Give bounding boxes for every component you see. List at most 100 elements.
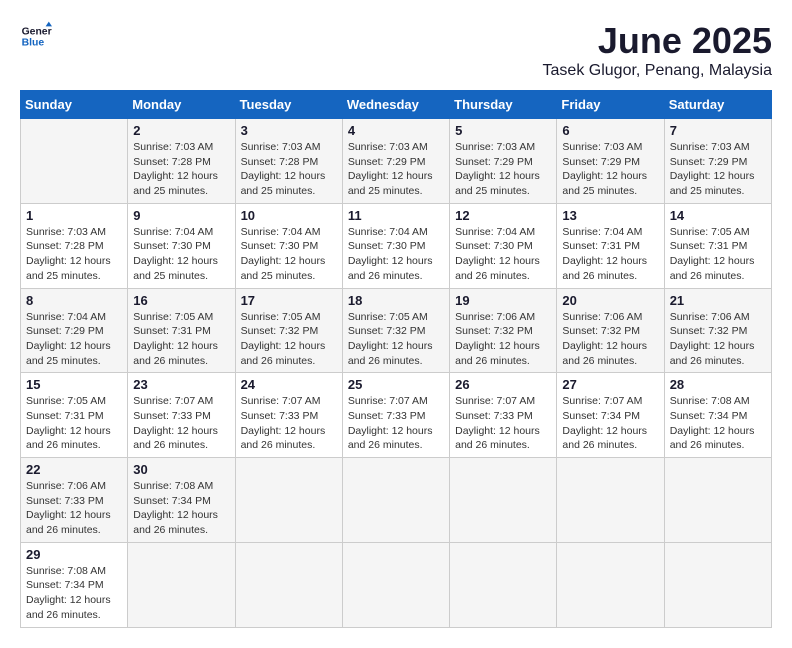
calendar-header-row: SundayMondayTuesdayWednesdayThursdayFrid…	[21, 91, 772, 119]
day-number: 15	[26, 377, 122, 392]
calendar-day-cell: 20 Sunrise: 7:06 AM Sunset: 7:32 PM Dayli…	[557, 288, 664, 373]
calendar-day-cell	[342, 542, 449, 627]
calendar-day-cell: 12 Sunrise: 7:04 AM Sunset: 7:30 PM Dayli…	[450, 203, 557, 288]
day-detail: Sunrise: 7:07 AM Sunset: 7:33 PM Dayligh…	[348, 394, 444, 453]
calendar-day-cell	[664, 458, 771, 543]
calendar-day-cell: 30 Sunrise: 7:08 AM Sunset: 7:34 PM Dayli…	[128, 458, 235, 543]
calendar-header-cell: Wednesday	[342, 91, 449, 119]
day-detail: Sunrise: 7:04 AM Sunset: 7:31 PM Dayligh…	[562, 225, 658, 284]
day-detail: Sunrise: 7:03 AM Sunset: 7:28 PM Dayligh…	[133, 140, 229, 199]
calendar-day-cell: 8Sunrise: 7:04 AM Sunset: 7:29 PM Daylig…	[21, 288, 128, 373]
day-number: 9	[133, 208, 229, 223]
calendar-week-row: 8Sunrise: 7:04 AM Sunset: 7:29 PM Daylig…	[21, 288, 772, 373]
svg-text:Blue: Blue	[22, 38, 45, 49]
calendar-day-cell: 18 Sunrise: 7:05 AM Sunset: 7:32 PM Dayli…	[342, 288, 449, 373]
day-number: 2	[133, 123, 229, 138]
day-number: 18	[348, 293, 444, 308]
day-detail: Sunrise: 7:07 AM Sunset: 7:34 PM Dayligh…	[562, 394, 658, 453]
day-detail: Sunrise: 7:03 AM Sunset: 7:29 PM Dayligh…	[670, 140, 766, 199]
calendar-day-cell: 11 Sunrise: 7:04 AM Sunset: 7:30 PM Dayli…	[342, 203, 449, 288]
calendar-day-cell: 22Sunrise: 7:06 AM Sunset: 7:33 PM Dayli…	[21, 458, 128, 543]
calendar-day-cell: 28Sunrise: 7:08 AM Sunset: 7:34 PM Dayli…	[664, 373, 771, 458]
day-detail: Sunrise: 7:03 AM Sunset: 7:28 PM Dayligh…	[241, 140, 337, 199]
calendar-day-cell: 15Sunrise: 7:05 AM Sunset: 7:31 PM Dayli…	[21, 373, 128, 458]
calendar-day-cell: 14 Sunrise: 7:05 AM Sunset: 7:31 PM Dayli…	[664, 203, 771, 288]
day-number: 16	[133, 293, 229, 308]
day-detail: Sunrise: 7:07 AM Sunset: 7:33 PM Dayligh…	[241, 394, 337, 453]
calendar-day-cell: 9Sunrise: 7:04 AM Sunset: 7:30 PM Daylig…	[128, 203, 235, 288]
location-title: Tasek Glugor, Penang, Malaysia	[543, 62, 772, 80]
svg-text:General: General	[22, 26, 52, 37]
day-detail: Sunrise: 7:04 AM Sunset: 7:30 PM Dayligh…	[348, 225, 444, 284]
day-number: 1	[26, 208, 122, 223]
calendar-day-cell: 10Sunrise: 7:04 AM Sunset: 7:30 PM Dayli…	[235, 203, 342, 288]
calendar-week-row: 1 Sunrise: 7:03 AM Sunset: 7:28 PM Daylig…	[21, 203, 772, 288]
day-number: 26	[455, 377, 551, 392]
day-detail: Sunrise: 7:06 AM Sunset: 7:32 PM Dayligh…	[455, 310, 551, 369]
logo-icon: General Blue	[20, 20, 52, 52]
day-detail: Sunrise: 7:06 AM Sunset: 7:32 PM Dayligh…	[562, 310, 658, 369]
calendar-day-cell: 6 Sunrise: 7:03 AM Sunset: 7:29 PM Daylig…	[557, 119, 664, 204]
day-detail: Sunrise: 7:04 AM Sunset: 7:30 PM Dayligh…	[455, 225, 551, 284]
calendar-day-cell: 17Sunrise: 7:05 AM Sunset: 7:32 PM Dayli…	[235, 288, 342, 373]
calendar-header-cell: Friday	[557, 91, 664, 119]
day-detail: Sunrise: 7:08 AM Sunset: 7:34 PM Dayligh…	[26, 564, 122, 623]
calendar-day-cell: 7 Sunrise: 7:03 AM Sunset: 7:29 PM Daylig…	[664, 119, 771, 204]
calendar-day-cell	[342, 458, 449, 543]
calendar-day-cell: 19 Sunrise: 7:06 AM Sunset: 7:32 PM Dayli…	[450, 288, 557, 373]
calendar-day-cell	[557, 458, 664, 543]
title-area: June 2025 Tasek Glugor, Penang, Malaysia	[543, 20, 772, 80]
day-detail: Sunrise: 7:03 AM Sunset: 7:29 PM Dayligh…	[562, 140, 658, 199]
day-detail: Sunrise: 7:03 AM Sunset: 7:29 PM Dayligh…	[455, 140, 551, 199]
calendar-header-cell: Sunday	[21, 91, 128, 119]
calendar-day-cell	[450, 458, 557, 543]
day-number: 20	[562, 293, 658, 308]
calendar-day-cell: 2 Sunrise: 7:03 AM Sunset: 7:28 PM Daylig…	[128, 119, 235, 204]
day-number: 3	[241, 123, 337, 138]
day-detail: Sunrise: 7:03 AM Sunset: 7:29 PM Dayligh…	[348, 140, 444, 199]
day-number: 11	[348, 208, 444, 223]
month-title: June 2025	[543, 20, 772, 62]
day-detail: Sunrise: 7:06 AM Sunset: 7:32 PM Dayligh…	[670, 310, 766, 369]
day-number: 5	[455, 123, 551, 138]
day-detail: Sunrise: 7:05 AM Sunset: 7:32 PM Dayligh…	[348, 310, 444, 369]
day-number: 7	[670, 123, 766, 138]
page-header: General Blue June 2025 Tasek Glugor, Pen…	[20, 20, 772, 80]
day-number: 30	[133, 462, 229, 477]
calendar-day-cell: 26 Sunrise: 7:07 AM Sunset: 7:33 PM Dayli…	[450, 373, 557, 458]
day-number: 19	[455, 293, 551, 308]
day-number: 21	[670, 293, 766, 308]
calendar-day-cell	[235, 458, 342, 543]
calendar-day-cell	[450, 542, 557, 627]
day-number: 28	[670, 377, 766, 392]
day-number: 24	[241, 377, 337, 392]
day-number: 27	[562, 377, 658, 392]
calendar-day-cell: 3 Sunrise: 7:03 AM Sunset: 7:28 PM Daylig…	[235, 119, 342, 204]
day-detail: Sunrise: 7:05 AM Sunset: 7:31 PM Dayligh…	[133, 310, 229, 369]
calendar-day-cell	[235, 542, 342, 627]
calendar-day-cell: 13 Sunrise: 7:04 AM Sunset: 7:31 PM Dayli…	[557, 203, 664, 288]
day-detail: Sunrise: 7:03 AM Sunset: 7:28 PM Dayligh…	[26, 225, 122, 284]
day-detail: Sunrise: 7:08 AM Sunset: 7:34 PM Dayligh…	[133, 479, 229, 538]
day-number: 25	[348, 377, 444, 392]
calendar-week-row: 29 Sunrise: 7:08 AM Sunset: 7:34 PM Dayli…	[21, 542, 772, 627]
day-number: 10	[241, 208, 337, 223]
calendar-day-cell: 5 Sunrise: 7:03 AM Sunset: 7:29 PM Daylig…	[450, 119, 557, 204]
day-detail: Sunrise: 7:04 AM Sunset: 7:29 PM Dayligh…	[26, 310, 122, 369]
calendar-day-cell	[557, 542, 664, 627]
calendar-body: 2 Sunrise: 7:03 AM Sunset: 7:28 PM Daylig…	[21, 119, 772, 628]
day-detail: Sunrise: 7:05 AM Sunset: 7:31 PM Dayligh…	[670, 225, 766, 284]
day-number: 12	[455, 208, 551, 223]
calendar-day-cell: 21 Sunrise: 7:06 AM Sunset: 7:32 PM Dayli…	[664, 288, 771, 373]
day-number: 13	[562, 208, 658, 223]
day-number: 14	[670, 208, 766, 223]
calendar-header-cell: Thursday	[450, 91, 557, 119]
day-detail: Sunrise: 7:07 AM Sunset: 7:33 PM Dayligh…	[455, 394, 551, 453]
day-detail: Sunrise: 7:05 AM Sunset: 7:32 PM Dayligh…	[241, 310, 337, 369]
day-number: 6	[562, 123, 658, 138]
day-number: 29	[26, 547, 122, 562]
calendar-day-cell: 4Sunrise: 7:03 AM Sunset: 7:29 PM Daylig…	[342, 119, 449, 204]
calendar-day-cell: 29 Sunrise: 7:08 AM Sunset: 7:34 PM Dayli…	[21, 542, 128, 627]
calendar-table: SundayMondayTuesdayWednesdayThursdayFrid…	[20, 90, 772, 628]
calendar-header-cell: Saturday	[664, 91, 771, 119]
